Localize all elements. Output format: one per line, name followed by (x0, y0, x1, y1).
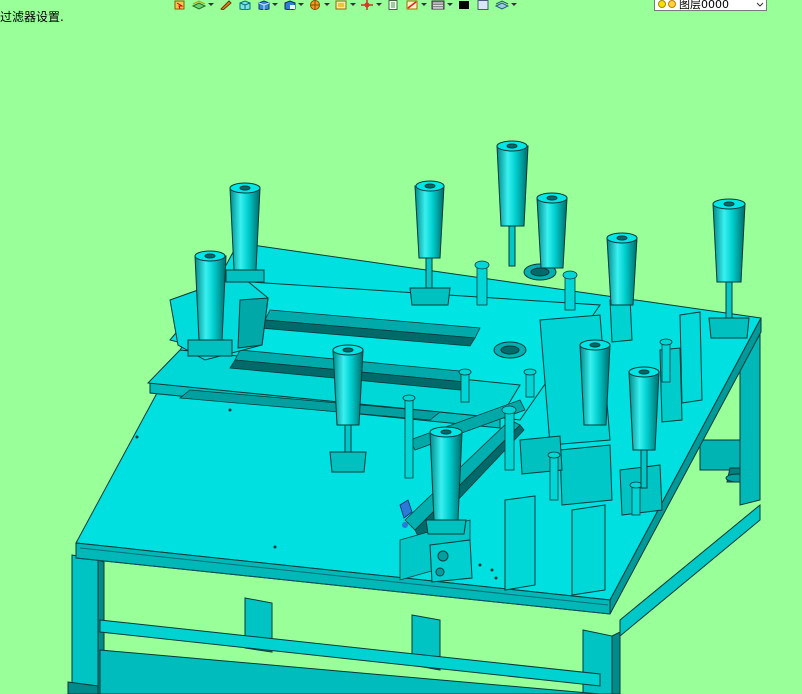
layer-active-icon (668, 0, 676, 8)
chevron-down-icon[interactable] (207, 0, 214, 10)
pencil-icon (220, 0, 232, 10)
toolbar-button-blank[interactable] (475, 0, 491, 11)
chevron-down-icon[interactable] (323, 0, 330, 10)
layer-settings-icon (494, 0, 510, 10)
page-icon (388, 0, 398, 10)
box-view-icon (284, 0, 296, 10)
chevron-down-icon[interactable] (510, 0, 517, 10)
toolbar-button-select[interactable] (172, 0, 188, 11)
shaded-cube-icon (239, 0, 251, 10)
line-color-icon (406, 0, 418, 10)
layers-stack-icon (191, 0, 207, 10)
select-icon (174, 0, 185, 10)
render-sphere-icon (310, 0, 320, 10)
toolbar-button-solid[interactable] (255, 0, 278, 11)
toolbar-button-sketch[interactable] (217, 0, 233, 11)
view-frame-icon (335, 0, 347, 10)
color-black-icon (459, 1, 469, 9)
toolbar-button-line-weight[interactable] (430, 0, 453, 11)
chevron-down-icon[interactable] (446, 0, 453, 10)
box-solid-icon (258, 0, 270, 10)
toolbar-button-frame[interactable] (333, 0, 356, 11)
toolbar-button-view[interactable] (281, 0, 304, 11)
chevron-down-icon[interactable] (271, 0, 278, 10)
toolbar-button-axis[interactable] (359, 0, 382, 11)
toolbar-button-layer-settings[interactable] (494, 0, 517, 11)
chevron-down-icon (756, 2, 764, 7)
toolbar-button-shaded[interactable] (236, 0, 252, 11)
chevron-down-icon[interactable] (375, 0, 382, 10)
view-toolbar (172, 0, 517, 12)
layer-selector[interactable]: 图层0000 (654, 0, 767, 11)
toolbar-button-layers[interactable] (191, 0, 214, 11)
blank-panel-icon (477, 0, 489, 10)
toolbar-button-page[interactable] (385, 0, 401, 11)
chevron-down-icon[interactable] (349, 0, 356, 10)
toolbar-button-render[interactable] (307, 0, 330, 11)
layer-selector-value: 图层0000 (679, 0, 729, 11)
toolbar-button-color[interactable] (456, 0, 472, 11)
axis-cross-icon (361, 0, 373, 10)
layer-visible-icon (658, 0, 666, 8)
chevron-down-icon[interactable] (420, 0, 427, 10)
chevron-down-icon[interactable] (297, 0, 304, 10)
line-weight-icon (431, 0, 445, 10)
toolbar-button-line-color[interactable] (404, 0, 427, 11)
3d-model-viewport[interactable] (0, 14, 802, 694)
